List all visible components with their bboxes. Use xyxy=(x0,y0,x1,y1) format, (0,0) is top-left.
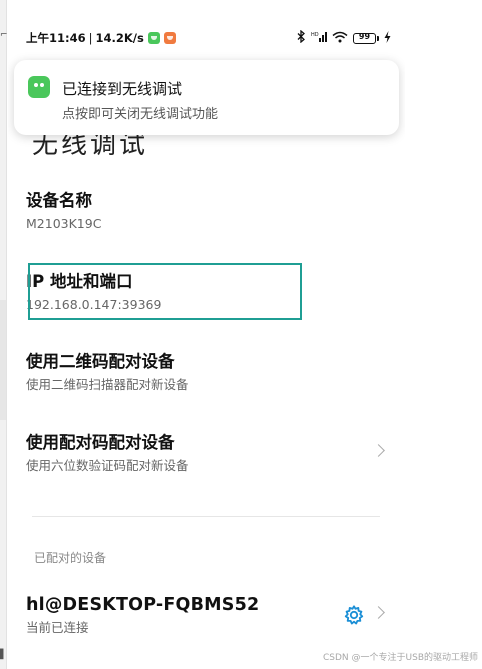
qr-pair-subtitle: 使用二维码扫描器配对新设备 xyxy=(26,377,189,392)
battery-tip xyxy=(377,36,379,41)
ip-highlight-box xyxy=(28,263,302,320)
app-notification-icon xyxy=(147,32,160,44)
paired-devices-header: 已配对的设备 xyxy=(34,551,107,565)
phone-screen: 上午11:46 | 14.2K/s HD 99 无线调试 已连接到无线调试 点按… xyxy=(8,10,405,669)
paired-device-item[interactable]: hl@DESKTOP-FQBMS52 当前已连接 xyxy=(26,594,385,638)
section-divider xyxy=(32,516,380,517)
wifi-icon-svg xyxy=(332,31,348,42)
bluetooth-icon xyxy=(297,29,306,47)
hd-label: HD xyxy=(311,32,319,38)
notification-title: 已连接到无线调试 xyxy=(62,80,183,98)
device-name-value: M2103K19C xyxy=(26,216,102,231)
status-left-group: 上午11:46 | 14.2K/s xyxy=(26,30,176,46)
device-name-label: 设备名称 xyxy=(26,191,92,210)
wifi-icon xyxy=(332,31,348,47)
paired-device-status: 当前已连接 xyxy=(26,620,89,635)
charging-icon-svg xyxy=(384,30,391,43)
status-time: 上午11:46 xyxy=(26,31,86,45)
bluetooth-icon-svg xyxy=(297,29,305,44)
qr-pair-item[interactable]: 使用二维码配对设备 使用二维码扫描器配对新设备 xyxy=(26,351,381,395)
charging-icon xyxy=(384,30,391,47)
csdn-watermark: CSDN @一个专注于USB的驱动工程师 xyxy=(323,653,478,663)
status-right-group: HD 99 xyxy=(297,29,391,47)
debug-app-icon xyxy=(28,76,50,98)
desktop-window-edge xyxy=(0,300,6,420)
code-pair-title: 使用配对码配对设备 xyxy=(26,433,175,452)
code-pair-subtitle: 使用六位数验证码配对新设备 xyxy=(26,458,189,473)
qr-pair-title: 使用二维码配对设备 xyxy=(26,352,175,371)
network-speed: 14.2K/s xyxy=(95,31,144,45)
battery-indicator: 99 xyxy=(353,32,379,44)
gear-icon-svg xyxy=(344,605,364,625)
gear-icon[interactable] xyxy=(343,604,365,626)
signal-icon: HD xyxy=(311,30,327,47)
battery-level-text: 99 xyxy=(358,32,371,41)
device-name-item[interactable]: 设备名称 M2103K19C xyxy=(26,190,381,234)
app-notification-icon-orange xyxy=(163,32,176,44)
desktop-fragment-glyph: ▌ xyxy=(0,650,7,660)
desktop-background-fragment: ⌐ ▌ xyxy=(0,0,8,669)
status-separator: | xyxy=(88,31,93,45)
status-bar: 上午11:46 | 14.2K/s HD 99 xyxy=(8,28,405,48)
paired-device-name: hl@DESKTOP-FQBMS52 xyxy=(26,595,260,615)
wireless-debug-notification[interactable]: 已连接到无线调试 点按即可关闭无线调试功能 xyxy=(14,60,399,135)
desktop-fragment-glyph: ⌐ xyxy=(0,30,8,40)
notification-body: 点按即可关闭无线调试功能 xyxy=(62,107,219,122)
battery-body: 99 xyxy=(353,32,376,44)
code-pair-item[interactable]: 使用配对码配对设备 使用六位数验证码配对新设备 xyxy=(26,432,385,476)
signal-icon-svg: HD xyxy=(311,32,327,42)
